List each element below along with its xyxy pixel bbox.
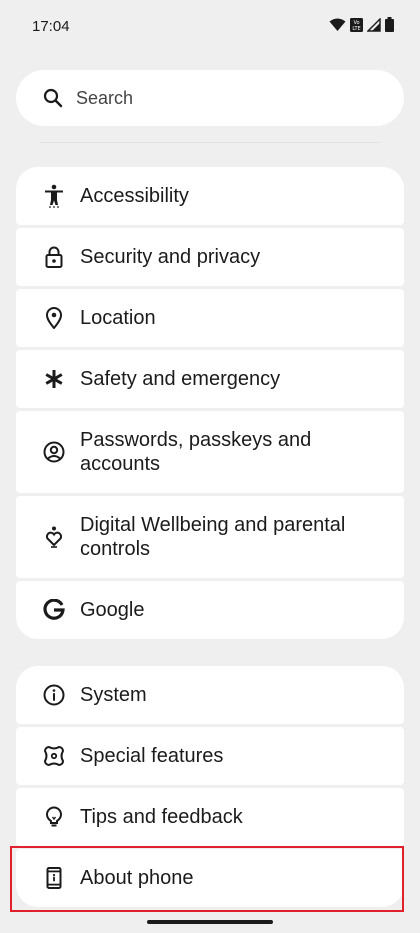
status-icons: Vo LTE	[329, 17, 394, 32]
phone-info-icon	[42, 866, 66, 890]
settings-item-system[interactable]: System	[16, 666, 404, 724]
settings-item-security-privacy[interactable]: Security and privacy	[16, 228, 404, 286]
google-g-icon	[42, 598, 66, 622]
wifi-icon	[329, 18, 346, 32]
asterisk-icon	[42, 367, 66, 391]
settings-item-label: About phone	[80, 867, 194, 889]
settings-item-google[interactable]: Google	[16, 581, 404, 639]
settings-item-label: Security and privacy	[80, 246, 261, 268]
battery-icon	[385, 17, 394, 32]
wellbeing-heart-icon	[42, 525, 66, 549]
divider	[40, 142, 380, 143]
special-features-icon	[42, 744, 66, 768]
home-indicator[interactable]	[147, 920, 273, 924]
settings-item-special-features[interactable]: Special features	[16, 727, 404, 785]
settings-group-main: Accessibility Security and privacy Locat…	[16, 167, 404, 639]
settings-item-label: Accessibility	[80, 185, 189, 207]
account-circle-icon	[42, 440, 66, 464]
svg-text:LTE: LTE	[352, 26, 360, 32]
settings-item-tips-feedback[interactable]: Tips and feedback	[16, 788, 404, 846]
settings-item-about-phone[interactable]: About phone	[16, 849, 404, 907]
signal-icon	[367, 17, 381, 32]
settings-item-accessibility[interactable]: Accessibility	[16, 167, 404, 225]
settings-group-system: System Special features Tips and feedbac…	[16, 666, 404, 907]
status-time: 17:04	[32, 18, 70, 35]
location-pin-icon	[42, 306, 66, 330]
settings-item-location[interactable]: Location	[16, 289, 404, 347]
settings-item-digital-wellbeing[interactable]: Digital Wellbeing and parental controls	[16, 496, 404, 578]
settings-item-passwords-accounts[interactable]: Passwords, passkeys and accounts	[16, 411, 404, 493]
settings-item-label: Location	[80, 307, 156, 329]
settings-item-label: System	[80, 684, 147, 706]
status-bar: 17:04 Vo LTE	[0, 0, 420, 52]
settings-item-label: Digital Wellbeing and parental controls	[80, 514, 346, 560]
settings-item-label: Safety and emergency	[80, 368, 281, 390]
lightbulb-icon	[42, 805, 66, 829]
lock-icon	[42, 245, 66, 269]
settings-item-label: Passwords, passkeys and accounts	[80, 429, 312, 475]
search-placeholder: Search	[76, 87, 134, 108]
accessibility-icon	[42, 184, 66, 208]
search-bar[interactable]: Search	[16, 70, 404, 126]
settings-item-safety-emergency[interactable]: Safety and emergency	[16, 350, 404, 408]
settings-item-label: Tips and feedback	[80, 806, 243, 828]
settings-item-label: Special features	[80, 745, 224, 767]
volte-icon: Vo LTE	[350, 17, 363, 32]
search-icon	[42, 87, 64, 109]
settings-item-label: Google	[80, 599, 145, 621]
info-icon	[42, 683, 66, 707]
